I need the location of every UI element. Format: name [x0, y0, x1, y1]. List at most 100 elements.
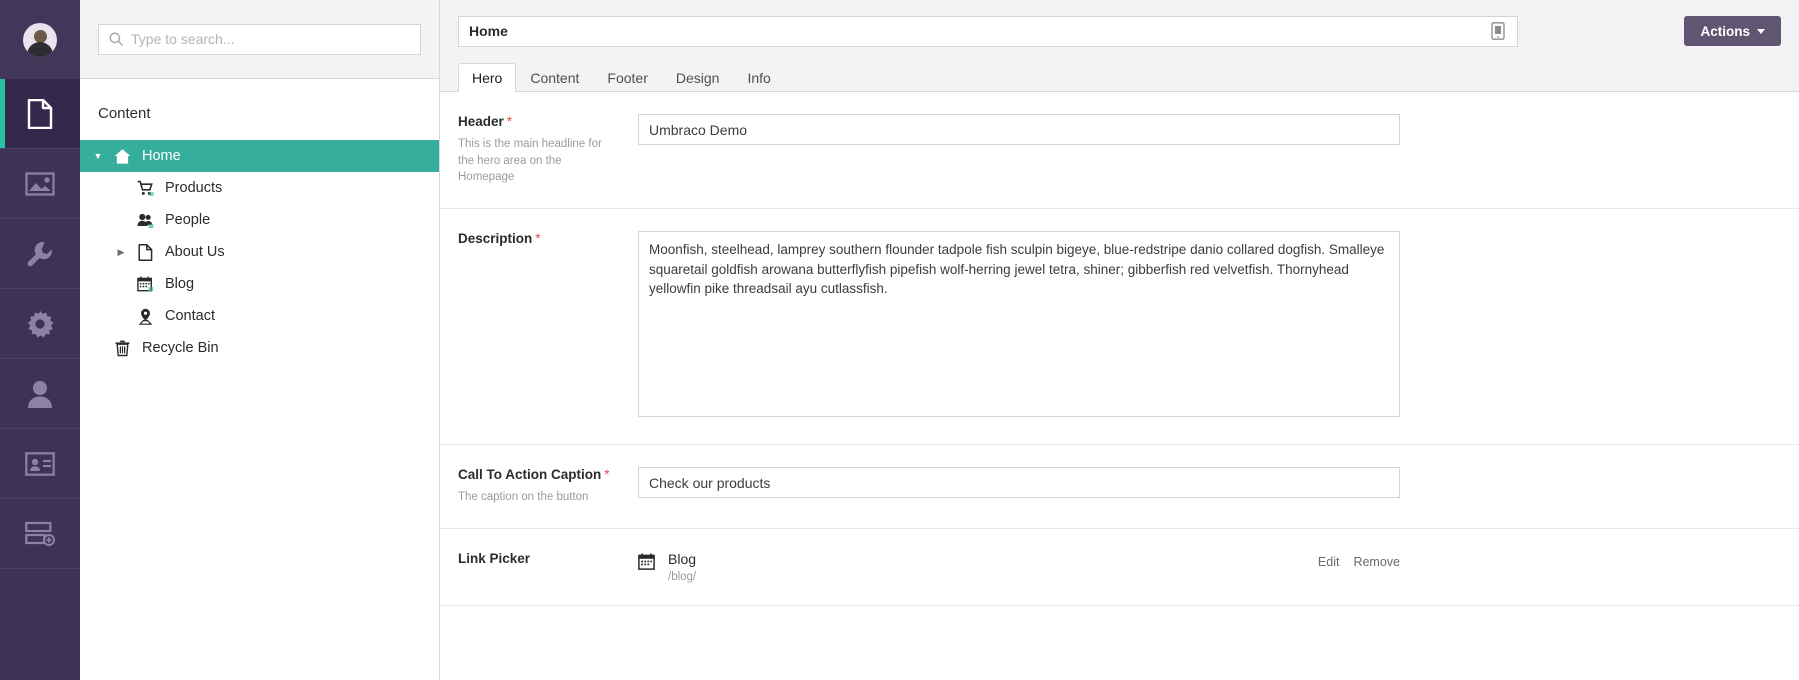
tree-node-label: About Us — [165, 244, 225, 260]
avatar-area — [0, 0, 80, 79]
trash-icon-wrap — [109, 340, 135, 357]
node-name-row: Actions — [458, 0, 1781, 62]
link-item-icon-wrap — [638, 551, 668, 575]
forms-icon — [25, 521, 55, 546]
tree-panel-title: Content — [98, 105, 151, 122]
tree-node-about-us[interactable]: ▶ About Us — [80, 236, 439, 268]
trash-icon — [115, 340, 129, 356]
content-document-icon — [27, 98, 53, 129]
field-label-description: Description * — [458, 231, 638, 422]
required-marker: * — [506, 114, 513, 129]
tab-content[interactable]: Content — [516, 63, 593, 92]
people-icon-wrap — [132, 212, 158, 229]
tree-node-label: Contact — [165, 308, 215, 324]
chevron-down-icon — [1757, 28, 1765, 34]
field-control-link-picker: Blog /blog/ Edit Remove — [638, 551, 1400, 583]
chevron-right-icon[interactable]: ▶ — [110, 247, 132, 258]
search-box[interactable] — [98, 23, 421, 55]
media-image-icon — [25, 171, 55, 196]
tree-node-products[interactable]: Products — [80, 172, 439, 204]
field-control-description — [638, 231, 1400, 422]
people-icon — [137, 213, 153, 228]
device-preview-glyph — [1491, 22, 1505, 40]
field-name-cta: Call To Action Caption * — [458, 467, 622, 482]
header-input[interactable] — [638, 114, 1400, 145]
sidebar-section-media[interactable] — [0, 149, 80, 219]
node-name-field[interactable] — [458, 15, 1518, 47]
tree-node-label: Blog — [165, 276, 195, 292]
tree-node-label: Recycle Bin — [142, 340, 219, 356]
members-card-icon — [25, 451, 55, 476]
field-title-description: Description — [458, 231, 533, 247]
sidebar-section-content[interactable] — [0, 79, 80, 149]
calendar-icon-wrap — [132, 276, 158, 293]
map-pin-icon — [138, 308, 152, 325]
field-name-link-picker: Link Picker — [458, 551, 622, 566]
cta-caption-input[interactable] — [638, 467, 1400, 499]
developer-gear-icon — [27, 310, 54, 337]
field-name-description: Description * — [458, 231, 622, 246]
home-icon-wrap — [109, 148, 135, 165]
app-rail — [0, 0, 80, 680]
rail-item-list — [0, 79, 80, 569]
field-label-cta: Call To Action Caption * The caption on t… — [458, 467, 638, 506]
tab-hero[interactable]: Hero — [458, 63, 517, 92]
users-person-icon — [28, 380, 52, 408]
link-item-name: Blog — [668, 550, 697, 567]
settings-wrench-icon — [27, 241, 52, 266]
link-remove-button[interactable]: Remove — [1353, 555, 1400, 569]
search-area — [80, 0, 439, 79]
content-tree: ▼ Home Products People ▶ About Us Blog C… — [80, 140, 439, 364]
link-picker-item: Blog /blog/ Edit Remove — [638, 551, 1400, 583]
search-input[interactable] — [131, 31, 410, 47]
calendar-icon — [136, 276, 153, 291]
search-icon — [109, 32, 123, 46]
property-form: Header * This is the main headline for th… — [440, 92, 1799, 680]
device-preview-icon[interactable] — [1489, 22, 1507, 40]
sidebar-section-developer[interactable] — [0, 289, 80, 359]
required-marker: * — [604, 467, 610, 483]
form-row-header: Header * This is the main headline for th… — [440, 92, 1799, 210]
cart-icon — [137, 180, 154, 196]
actions-button[interactable]: Actions — [1684, 16, 1781, 46]
home-icon — [114, 148, 130, 164]
content-tree-panel: Content ▼ Home Products People ▶ About Us — [80, 0, 440, 680]
sidebar-section-members[interactable] — [0, 429, 80, 499]
link-item-meta: Blog /blog/ — [668, 551, 1318, 583]
required-marker: * — [535, 231, 541, 247]
description-textarea[interactable] — [638, 231, 1400, 418]
tab-info[interactable]: Info — [733, 63, 784, 92]
tree-node-label: People — [165, 212, 211, 228]
tab-design[interactable]: Design — [662, 63, 734, 92]
tree-node-home[interactable]: ▼ Home — [80, 140, 439, 172]
tree-node-blog[interactable]: Blog — [80, 268, 439, 300]
field-description-header: This is the main headline for the hero a… — [458, 138, 602, 184]
calendar-icon — [638, 553, 655, 570]
field-title-header: Header — [458, 114, 504, 129]
form-row-description: Description * — [440, 209, 1799, 446]
link-item-url: /blog/ — [668, 570, 697, 583]
sidebar-section-settings[interactable] — [0, 219, 80, 289]
node-name-input[interactable] — [469, 23, 1489, 39]
tree-node-contact[interactable]: Contact — [80, 300, 439, 332]
link-item-actions: Edit Remove — [1318, 551, 1400, 569]
sidebar-section-users[interactable] — [0, 359, 80, 429]
tab-footer[interactable]: Footer — [593, 63, 661, 92]
link-edit-button[interactable]: Edit — [1318, 555, 1340, 569]
field-label-header: Header * This is the main headline for th… — [458, 114, 638, 186]
avatar-head — [33, 29, 47, 43]
tree-node-people[interactable]: People — [80, 204, 439, 236]
form-row-link-picker: Link Picker Blog /blog/ Edit Remove — [440, 529, 1799, 606]
cart-icon-wrap — [132, 180, 158, 197]
document-icon — [137, 243, 152, 261]
tree-node-recycle-bin[interactable]: Recycle Bin — [80, 332, 439, 364]
avatar[interactable] — [23, 22, 57, 57]
field-control-cta — [638, 467, 1400, 506]
field-name-header: Header * — [458, 114, 622, 129]
map-pin-icon-wrap — [132, 308, 158, 325]
actions-button-label: Actions — [1700, 23, 1750, 39]
sidebar-section-forms[interactable] — [0, 499, 80, 569]
tree-node-label: Home — [142, 148, 181, 164]
chevron-down-icon[interactable]: ▼ — [87, 151, 109, 161]
avatar-body — [27, 41, 53, 57]
